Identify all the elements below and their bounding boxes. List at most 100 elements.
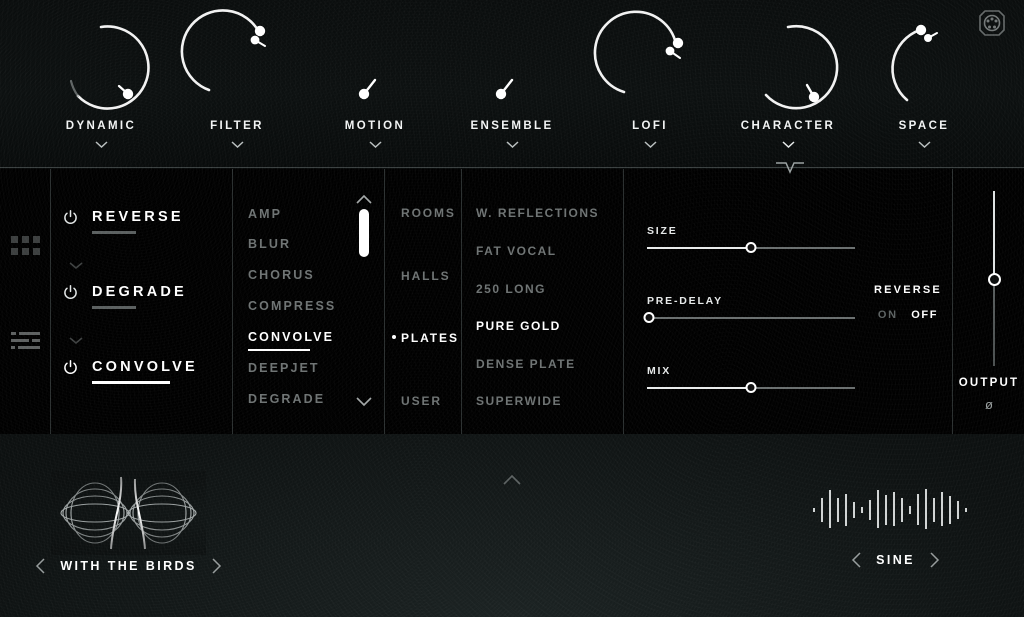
source-bar: WITH THE BIRDS SINE	[0, 434, 1024, 617]
chevron-down-icon[interactable]	[172, 139, 302, 149]
slider-mix[interactable]: MIX	[647, 365, 855, 393]
source-a: WITH THE BIRDS	[36, 470, 221, 574]
macro-character[interactable]: CHARACTER	[723, 18, 853, 158]
grid-view-icon[interactable]	[11, 236, 40, 260]
knob-character[interactable]	[738, 18, 839, 118]
macro-lofi[interactable]: LOFI	[585, 10, 715, 158]
effect-type-list: AMP BLUR CHORUS COMPRESS CONVOLVE DEEPJE…	[233, 169, 385, 434]
macro-dynamic[interactable]: DYNAMIC	[36, 18, 166, 158]
macro-ensemble[interactable]: ENSEMBLE	[447, 18, 577, 158]
chevron-down-icon[interactable]	[310, 139, 440, 149]
preset-fat-vocal[interactable]: FAT VOCAL	[476, 244, 557, 258]
macro-motion[interactable]: MOTION	[310, 18, 440, 158]
panel-collapse-chevron-up-icon[interactable]	[503, 473, 521, 485]
preset-category-list: ROOMS HALLS PLATES USER	[385, 169, 462, 434]
knob-space[interactable]	[874, 18, 974, 118]
knob-motion[interactable]	[325, 18, 425, 118]
scrollbar-thumb[interactable]	[359, 209, 369, 257]
knob-ensemble[interactable]	[462, 18, 562, 118]
output-fader-handle[interactable]	[988, 273, 1001, 286]
category-rooms[interactable]: ROOMS	[401, 206, 456, 220]
waveform-bars-icon[interactable]	[803, 470, 988, 550]
power-icon[interactable]	[63, 359, 78, 375]
chevron-left-icon[interactable]	[851, 552, 862, 568]
chevron-down-icon[interactable]	[585, 139, 715, 149]
chevron-down-icon[interactable]	[36, 139, 166, 149]
output-section: OUTPUT ø	[952, 169, 1024, 434]
effect-slot-degrade[interactable]: DEGRADE	[63, 284, 228, 309]
macro-label: LOFI	[632, 120, 668, 132]
macro-label: MOTION	[344, 120, 406, 132]
reverse-toggle[interactable]: ON OFF	[862, 309, 954, 321]
parameter-sliders: SIZE PRE-DELAY MIX	[624, 169, 883, 434]
phase-invert-icon[interactable]: ø	[953, 397, 1024, 412]
source-b: SINE	[803, 470, 988, 568]
chevron-down-icon[interactable]	[859, 139, 989, 149]
effect-slot-label: REVERSE	[92, 209, 184, 225]
reverse-on-option[interactable]: ON	[878, 309, 898, 321]
preset-w-reflections[interactable]: W. REFLECTIONS	[476, 206, 599, 220]
source-a-name: WITH THE BIRDS	[60, 559, 197, 573]
midi-din-icon[interactable]	[977, 8, 1007, 38]
slot-underline	[92, 231, 136, 234]
preset-250-long[interactable]: 250 LONG	[476, 282, 546, 296]
chevron-up-icon[interactable]	[356, 191, 372, 204]
category-halls[interactable]: HALLS	[401, 269, 451, 283]
chevron-down-icon[interactable]	[723, 139, 853, 149]
preset-dense-plate[interactable]: DENSE PLATE	[476, 357, 576, 371]
effect-item-blur[interactable]: BLUR	[248, 237, 291, 251]
knob-dynamic[interactable]	[51, 18, 151, 118]
effect-item-compress[interactable]: COMPRESS	[248, 299, 336, 313]
list-view-icon[interactable]	[11, 332, 40, 356]
chevron-down-icon[interactable]	[447, 139, 577, 149]
preset-pure-gold[interactable]: PURE GOLD	[476, 319, 561, 333]
slider-handle[interactable]	[643, 312, 655, 323]
slider-label: MIX	[647, 365, 672, 377]
effect-item-amp[interactable]: AMP	[248, 207, 282, 221]
chevron-down-icon[interactable]	[69, 332, 83, 344]
effect-slot-reverse[interactable]: REVERSE	[63, 209, 228, 234]
effect-item-convolve[interactable]: CONVOLVE	[248, 330, 334, 344]
effect-item-deepjet[interactable]: DEEPJET	[248, 361, 320, 375]
chevron-right-icon[interactable]	[929, 552, 940, 568]
category-selected-dot	[392, 335, 396, 339]
reverse-off-option[interactable]: OFF	[911, 309, 938, 321]
slider-label: PRE-DELAY	[647, 295, 723, 307]
chevron-down-icon[interactable]	[69, 257, 83, 269]
slider-handle[interactable]	[745, 242, 757, 253]
effect-item-degrade[interactable]: DEGRADE	[248, 392, 325, 406]
slot-underline	[92, 306, 136, 309]
effect-list-scrollbar[interactable]	[354, 191, 374, 407]
macro-space[interactable]: SPACE	[859, 18, 989, 158]
chevron-right-icon[interactable]	[211, 558, 222, 574]
effect-slot-label: DEGRADE	[92, 284, 187, 300]
panel-rail	[0, 169, 51, 434]
macro-label: ENSEMBLE	[470, 120, 554, 132]
power-icon[interactable]	[63, 209, 78, 225]
slider-track[interactable]	[647, 242, 855, 253]
slider-handle[interactable]	[745, 382, 757, 393]
preset-superwide[interactable]: SUPERWIDE	[476, 394, 562, 408]
chevron-down-icon[interactable]	[356, 394, 372, 407]
macro-label: SPACE	[898, 120, 950, 132]
slider-pre-delay[interactable]: PRE-DELAY	[643, 295, 855, 323]
wavetable-sphere-icon[interactable]	[36, 470, 221, 556]
slider-track[interactable]	[647, 382, 855, 393]
source-a-nav: WITH THE BIRDS	[36, 558, 221, 574]
slider-size[interactable]: SIZE	[647, 225, 855, 253]
knob-lofi[interactable]	[593, 10, 700, 118]
category-user[interactable]: USER	[401, 394, 442, 408]
power-icon[interactable]	[63, 284, 78, 300]
effect-item-chorus[interactable]: CHORUS	[248, 268, 315, 282]
category-plates[interactable]: PLATES	[401, 331, 459, 345]
slider-track[interactable]	[643, 312, 855, 323]
output-label: OUTPUT	[958, 377, 1020, 389]
chevron-left-icon[interactable]	[35, 558, 46, 574]
panel-notch-icon	[776, 162, 804, 178]
reverse-toggle-group: REVERSE ON OFF	[862, 284, 954, 321]
effect-item-underline	[248, 349, 310, 351]
effect-slot-convolve[interactable]: CONVOLVE	[63, 359, 228, 384]
knob-filter[interactable]	[180, 9, 287, 118]
source-b-name: SINE	[876, 553, 915, 567]
macro-filter[interactable]: FILTER	[172, 9, 302, 158]
